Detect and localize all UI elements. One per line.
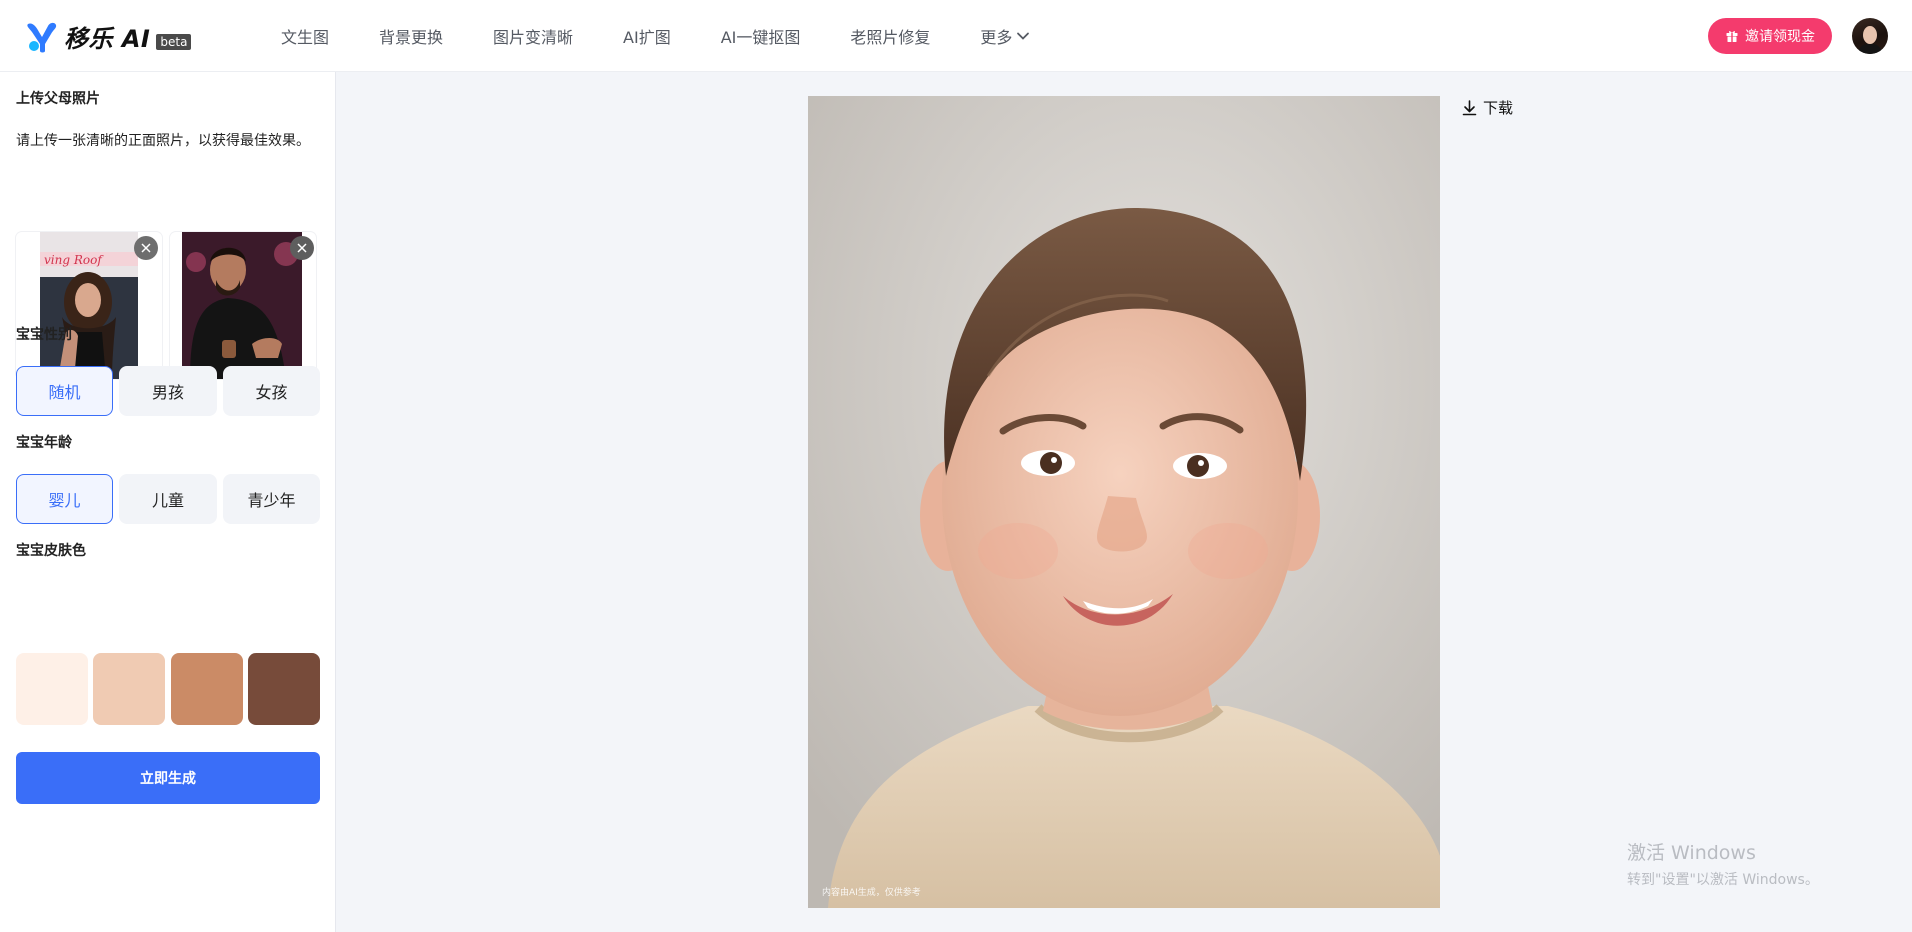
mother-photo: ving Roof (40, 232, 138, 379)
age-option-infant[interactable]: 婴儿 (16, 474, 113, 524)
nav-item-image-expand[interactable]: AI扩图 (623, 24, 671, 48)
skin-swatch-very-light[interactable] (16, 653, 88, 725)
download-icon (1462, 99, 1477, 115)
gender-option-boy[interactable]: 男孩 (119, 366, 217, 416)
upload-hint: 请上传一张清晰的正面照片，以获得最佳效果。 (16, 133, 310, 149)
logo[interactable]: 移乐 AI beta (26, 19, 192, 54)
skin-swatch-tan[interactable] (171, 653, 243, 725)
age-option-teen[interactable]: 青少年 (223, 474, 320, 524)
download-label: 下载 (1483, 99, 1514, 117)
svg-text:ving Roof: ving Roof (44, 253, 104, 267)
invite-cash-label: 邀请领现金 (1745, 29, 1815, 45)
download-button[interactable]: 下载 (1462, 97, 1513, 118)
logo-name: 移乐 AI (64, 25, 151, 53)
logo-icon (26, 20, 58, 54)
nav-item-text-to-image[interactable]: 文生图 (281, 24, 329, 48)
generated-baby-image: 内容由AI生成，仅供参考 (808, 96, 1440, 908)
father-photo (182, 232, 302, 379)
ai-generated-caption: 内容由AI生成，仅供参考 (822, 888, 921, 898)
nav-more-label: 更多 (980, 28, 1013, 47)
skin-swatch-light[interactable] (93, 653, 165, 725)
invite-cash-button[interactable]: 邀请领现金 (1708, 18, 1832, 54)
nav-item-background-replace[interactable]: 背景更换 (379, 24, 443, 48)
chevron-down-icon (1017, 32, 1030, 40)
remove-father-photo-button[interactable] (290, 236, 314, 260)
skin-swatch-dark[interactable] (248, 653, 320, 725)
generate-button[interactable]: 立即生成 (16, 752, 320, 804)
close-icon (141, 243, 151, 253)
beta-badge: beta (156, 33, 192, 50)
gender-section-title: 宝宝性别 (16, 327, 72, 343)
windows-activation-watermark: 激活 Windows 转到"设置"以激活 Windows。 (1627, 838, 1819, 889)
nav-item-photo-restore[interactable]: 老照片修复 (850, 24, 930, 48)
avatar-face (1863, 26, 1877, 44)
main-nav: 文生图 背景更换 图片变清晰 AI扩图 AI一键抠图 老照片修复 更多 (281, 0, 1030, 72)
upload-section-title: 上传父母照片 (16, 91, 100, 107)
skin-section-title: 宝宝皮肤色 (16, 543, 86, 559)
parent-photo-card-mother[interactable]: ving Roof (16, 232, 162, 379)
watermark-line-2: 转到"设置"以激活 Windows。 (1627, 872, 1819, 888)
watermark-line-1: 激活 Windows (1627, 842, 1756, 864)
remove-mother-photo-button[interactable] (134, 236, 158, 260)
close-icon (297, 243, 307, 253)
avatar-body (1858, 44, 1882, 54)
gender-option-girl[interactable]: 女孩 (223, 366, 320, 416)
parent-photo-card-father[interactable] (170, 232, 316, 379)
nav-item-image-enhance[interactable]: 图片变清晰 (493, 24, 573, 48)
nav-item-cutout[interactable]: AI一键抠图 (721, 24, 801, 48)
age-option-child[interactable]: 儿童 (119, 474, 217, 524)
gender-option-random[interactable]: 随机 (16, 366, 113, 416)
top-bar: 移乐 AI beta 文生图 背景更换 图片变清晰 AI扩图 AI一键抠图 老照… (0, 0, 1912, 72)
settings-panel: 上传父母照片 请上传一张清晰的正面照片，以获得最佳效果。 ving Roof 宝… (0, 72, 336, 932)
age-section-title: 宝宝年龄 (16, 435, 72, 451)
nav-more-menu[interactable]: 更多 (980, 24, 1030, 48)
gift-icon (1726, 31, 1738, 42)
user-avatar[interactable] (1852, 18, 1888, 54)
